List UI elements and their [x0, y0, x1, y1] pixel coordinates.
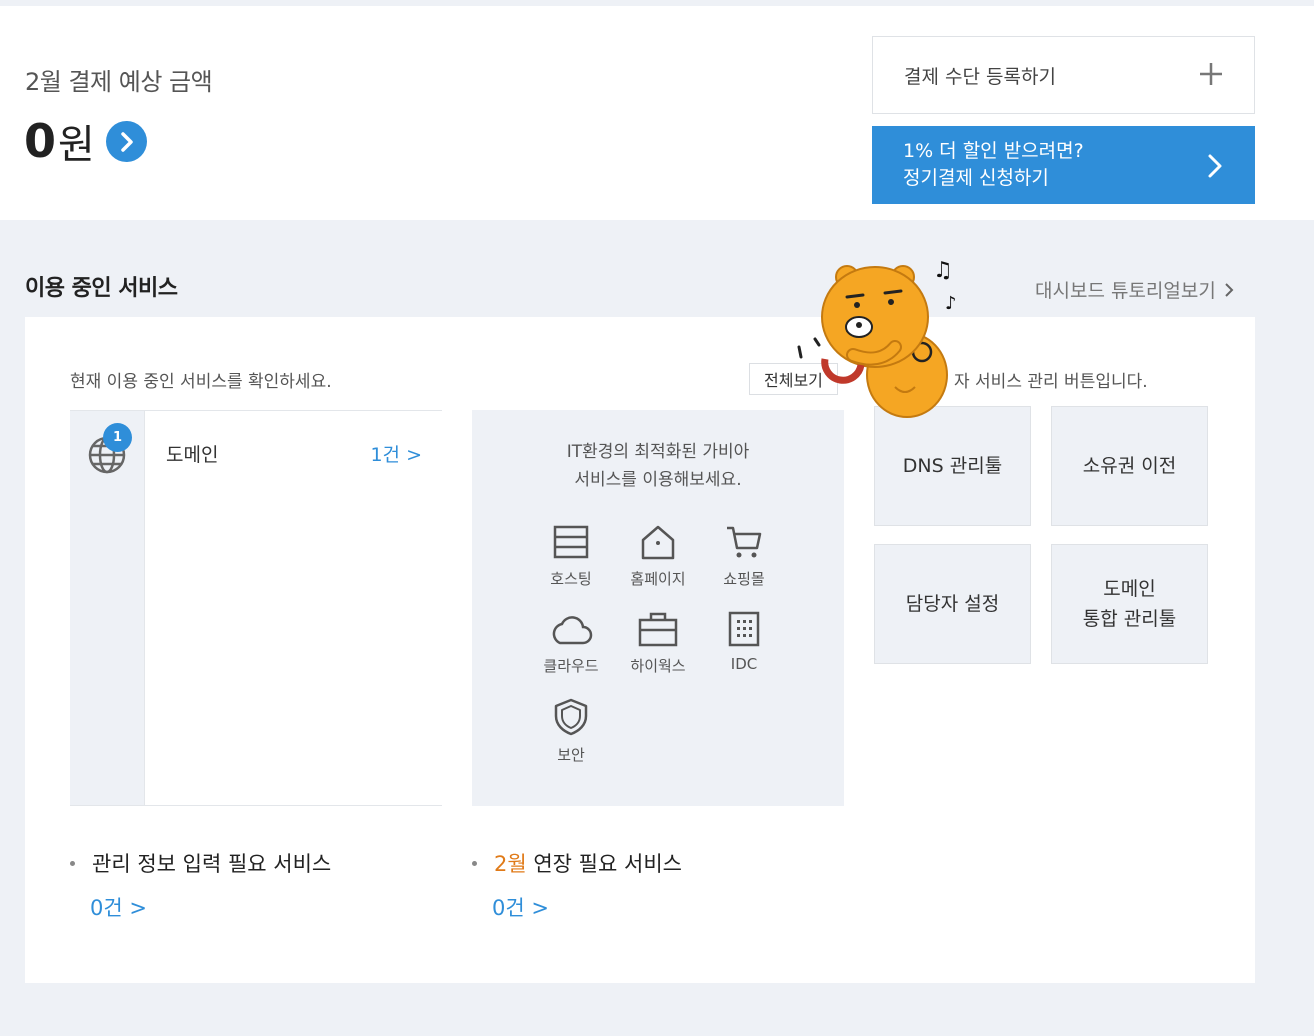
tutorial-label: 대시보드 튜토리얼보기: [1035, 280, 1216, 302]
payment-amount: 0 원: [24, 112, 95, 170]
renewal-needed-count[interactable]: 0건 >: [492, 892, 549, 922]
promo-button-line1: 1% 더 할인 받으려면?: [903, 140, 1084, 162]
promo-item-hosting[interactable]: 호스팅: [528, 524, 614, 589]
promo-button-line2: 정기결제 신청하기: [903, 167, 1049, 189]
shield-icon: [554, 698, 588, 736]
svg-text:♫: ♫: [933, 258, 953, 283]
plus-icon: [1200, 63, 1222, 85]
service-name-domain[interactable]: 도메인: [166, 440, 218, 467]
service-list: 1 도메인 1건 >: [70, 410, 442, 806]
renewal-needed-label: 연장 필요 서비스: [526, 852, 682, 876]
promo-text: IT환경의 최적화된 가비아 서비스를 이용해보세요.: [472, 438, 844, 494]
promo-item-label: 홈페이지: [630, 570, 686, 588]
promo-item-hiworks[interactable]: 하이웍스: [615, 611, 701, 676]
promo-item-label: 쇼핑몰: [723, 570, 765, 588]
payment-header: 2월 결제 예상 금액 0 원 결제 수단 등록하기 1% 더 할인 받으려면?…: [0, 0, 1314, 220]
subscription-promo-button[interactable]: 1% 더 할인 받으려면? 정기결제 신청하기: [872, 126, 1255, 204]
bullet-icon: [472, 860, 477, 866]
services-panel: 현재 이용 중인 서비스를 확인하세요. 전체보기 자 서비스 관리 버튼입니다…: [25, 317, 1255, 983]
tool-label-line2: 통합 관리툴: [1082, 608, 1177, 630]
payment-title: 2월 결제 예상 금액: [25, 68, 213, 96]
register-payment-label: 결제 수단 등록하기: [904, 65, 1056, 88]
chevron-right-icon: [120, 131, 133, 152]
payment-amount-value: 0: [24, 114, 57, 168]
manager-description: 자 서비스 관리 버튼입니다.: [954, 372, 1148, 392]
promo-item-label: 호스팅: [550, 570, 592, 588]
home-icon: [641, 525, 675, 560]
ownership-transfer-button[interactable]: 소유권 이전: [1051, 406, 1208, 526]
renewal-month: 2월: [494, 852, 527, 876]
tool-label-line1: 도메인: [1103, 578, 1156, 600]
service-icon-column: 1: [70, 411, 145, 805]
panel-description: 현재 이용 중인 서비스를 확인하세요.: [70, 372, 332, 392]
domain-integrated-tool-button[interactable]: 도메인 통합 관리툴: [1051, 544, 1208, 664]
section-title: 이용 중인 서비스: [25, 276, 178, 301]
promo-item-idc[interactable]: IDC: [701, 611, 787, 673]
building-icon: [728, 611, 760, 647]
info-needed-heading: 관리 정보 입력 필요 서비스: [70, 848, 331, 878]
service-count-domain[interactable]: 1건 >: [370, 440, 422, 467]
promo-item-security[interactable]: 보안: [528, 698, 614, 765]
promo-item-shopping[interactable]: 쇼핑몰: [701, 524, 787, 589]
manager-settings-button[interactable]: 담당자 설정: [874, 544, 1031, 664]
service-count-badge: 1: [103, 423, 132, 452]
ryan-character-icon: ♫ ♪: [797, 258, 957, 418]
server-icon: [553, 525, 589, 559]
promo-item-label: 보안: [557, 746, 585, 764]
briefcase-icon: [638, 612, 678, 647]
chevron-right-icon: [1208, 154, 1222, 178]
promo-item-label: IDC: [730, 655, 758, 673]
promo-item-label: 클라우드: [543, 657, 599, 675]
promo-item-label: 하이웍스: [630, 657, 686, 675]
promo-item-cloud[interactable]: 클라우드: [528, 611, 614, 676]
svg-text:♪: ♪: [945, 293, 957, 314]
register-payment-button[interactable]: 결제 수단 등록하기: [872, 36, 1255, 114]
cart-icon: [727, 526, 762, 558]
promo-item-homepage[interactable]: 홈페이지: [615, 524, 701, 589]
info-needed-label: 관리 정보 입력 필요 서비스: [92, 852, 332, 876]
dns-tool-button[interactable]: DNS 관리툴: [874, 406, 1031, 526]
cloud-icon: [552, 616, 593, 645]
promo-text-line1: IT환경의 최적화된 가비아: [566, 442, 750, 462]
payment-detail-button[interactable]: [106, 121, 147, 162]
chevron-right-icon: [1225, 282, 1234, 297]
renewal-needed-heading: 2월 연장 필요 서비스: [472, 848, 682, 878]
promo-text-line2: 서비스를 이용해보세요.: [574, 470, 742, 490]
payment-amount-unit: 원: [58, 122, 95, 168]
promo-services: IT환경의 최적화된 가비아 서비스를 이용해보세요. 호스팅 홈페이지 쇼핑몰…: [472, 410, 844, 806]
tutorial-link[interactable]: 대시보드 튜토리얼보기: [1035, 276, 1234, 303]
info-needed-count[interactable]: 0건 >: [90, 892, 147, 922]
bullet-icon: [70, 860, 75, 866]
